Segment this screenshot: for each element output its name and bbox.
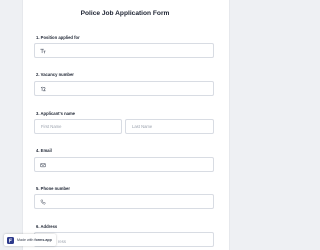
made-with-badge[interactable]: Made with forms.app: [4, 234, 56, 246]
question-label-applicant-name: 3. Applicant's name: [36, 111, 76, 116]
email-input[interactable]: [34, 157, 214, 172]
email-icon: [40, 162, 46, 167]
address-placeholder-fragment: ress: [58, 239, 66, 244]
phone-icon: [40, 199, 46, 204]
phone-input[interactable]: [34, 194, 214, 209]
last-name-input[interactable]: Last Name: [125, 119, 214, 134]
vacancy-number-input[interactable]: [34, 81, 214, 96]
question-label-vacancy: 2. Vacancy number: [36, 72, 74, 77]
question-label-address: 6. Address: [36, 224, 58, 229]
text-type-icon: [40, 48, 46, 53]
question-label-phone: 5. Phone number: [36, 186, 70, 191]
question-label-email: 4. Email: [36, 148, 52, 153]
form-title: Police Job Application Form: [80, 10, 170, 17]
badge-made-with: Made with: [17, 238, 34, 242]
badge-brand: forms.app: [34, 238, 52, 242]
first-name-input[interactable]: First Name: [34, 119, 122, 134]
position-input[interactable]: [34, 43, 214, 58]
question-label-position: 1. Position applied for: [36, 35, 80, 40]
forms-app-logo-icon: [7, 236, 14, 244]
number-icon: [40, 86, 46, 91]
page: Police Job Application Form 1. Position …: [0, 0, 250, 250]
